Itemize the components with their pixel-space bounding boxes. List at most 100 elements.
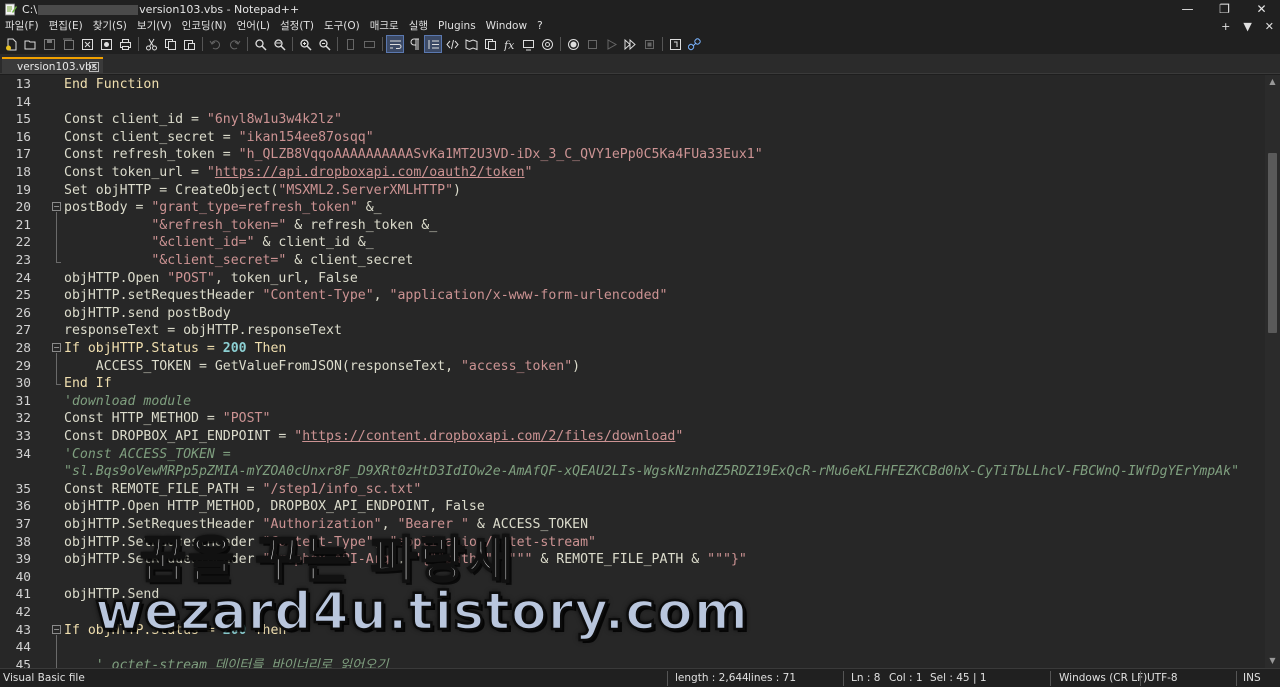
line-number: 20: [15, 200, 31, 216]
user-defined-language-icon[interactable]: [444, 36, 460, 52]
zoom-out-icon[interactable]: [316, 36, 332, 52]
status-line-number: Ln : 8: [851, 672, 881, 684]
dropbox-endpoint-link[interactable]: https://content.dropboxapi.com/2/files/d…: [302, 429, 675, 444]
notepadpp-app-icon[interactable]: [3, 2, 17, 16]
sync-vertical-icon[interactable]: [342, 36, 358, 52]
menu-encoding[interactable]: 인코딩(N): [177, 18, 232, 34]
code-line-34-wrapped: "sl.Bqs9oVewMRPp5pZMIA-mYZOA0cUnxr8F_D9X…: [64, 464, 1240, 480]
folder-as-workspace-icon[interactable]: [520, 36, 536, 52]
open-file-icon[interactable]: [22, 36, 38, 52]
function-list-icon[interactable]: fx: [501, 36, 517, 52]
code-line-34: 'Const ACCESS_TOKEN =: [64, 446, 231, 462]
status-eol[interactable]: Windows (CR LF): [1059, 669, 1147, 687]
tab-close-icon[interactable]: ✕: [89, 62, 99, 72]
status-bar: Visual Basic file length : 2,644 lines :…: [0, 668, 1280, 687]
tab-list-dropdown-icon[interactable]: ▼: [1243, 20, 1251, 33]
code-line-30: End If: [64, 376, 112, 392]
minimize-button[interactable]: —: [1169, 0, 1206, 18]
menu-window[interactable]: Window: [481, 18, 532, 34]
code-line-38: objHTTP.SetRequestHeader "Content-Type",…: [64, 534, 596, 550]
menu-language[interactable]: 언어(L): [232, 18, 275, 34]
menu-run[interactable]: 실행: [404, 18, 433, 34]
save-macro-icon[interactable]: [641, 36, 657, 52]
scrollbar-thumb[interactable]: [1268, 153, 1277, 333]
print-icon[interactable]: [117, 36, 133, 52]
menu-edit[interactable]: 편집(E): [44, 18, 88, 34]
find-icon[interactable]: [252, 36, 268, 52]
code-line-21: "&refresh_token=" & refresh_token &_: [151, 217, 438, 233]
fold-toggle-icon[interactable]: −: [52, 625, 61, 634]
editor-area[interactable]: 13 14 15 16 17 18 19 20 21 22 23 24 25 26 27 28 29 30 31 32…: [0, 75, 1265, 668]
tab-version103-vbs[interactable]: version103.vbs ✕: [2, 57, 103, 74]
token-url-link[interactable]: https://api.dropboxapi.com/oauth2/token: [215, 165, 525, 180]
scroll-down-arrow-icon[interactable]: ▼: [1265, 654, 1280, 668]
word-wrap-icon[interactable]: [386, 35, 404, 53]
menu-settings[interactable]: 설정(T): [275, 18, 319, 34]
play-macro-icon[interactable]: [603, 36, 619, 52]
stop-macro-icon[interactable]: [584, 36, 600, 52]
line-number: 26: [15, 305, 31, 321]
menu-file[interactable]: 파일(F): [0, 18, 44, 34]
scroll-up-arrow-icon[interactable]: ▲: [1265, 75, 1280, 89]
status-separator: [667, 671, 668, 686]
save-all-icon[interactable]: [60, 36, 76, 52]
restore-button[interactable]: ❐: [1206, 0, 1243, 18]
redo-icon[interactable]: [226, 36, 242, 52]
menu-tools[interactable]: 도구(O): [319, 18, 365, 34]
menu-right-controls: + ▼ ✕: [1221, 18, 1274, 34]
line-number: 44: [15, 640, 31, 656]
line-number-gutter: 13 14 15 16 17 18 19 20 21 22 23 24 25 26 27 28 29 30 31 32…: [0, 75, 50, 668]
zoom-in-icon[interactable]: [297, 36, 313, 52]
code-line-45: ' octet-stream 데이터를 바이너리로 읽어오기: [64, 657, 389, 668]
show-all-characters-icon[interactable]: [406, 36, 422, 52]
sync-horizontal-icon[interactable]: [361, 36, 377, 52]
tab-bar: version103.vbs ✕: [0, 54, 1280, 74]
close-file-icon[interactable]: [79, 36, 95, 52]
plugin-link-icon[interactable]: [686, 36, 702, 52]
new-tab-plus-icon[interactable]: +: [1221, 20, 1230, 33]
code-line-19: Set objHTTP = CreateObject("MSXML2.Serve…: [64, 182, 461, 198]
close-button[interactable]: ✕: [1243, 0, 1280, 18]
close-all-icon[interactable]: [98, 36, 114, 52]
line-number: [0, 463, 31, 481]
fold-toggle-icon[interactable]: −: [52, 202, 61, 211]
document-list-icon[interactable]: [482, 36, 498, 52]
fold-toggle-icon[interactable]: −: [52, 343, 61, 352]
status-separator: [843, 671, 844, 686]
line-number: 32: [15, 411, 31, 427]
line-number: 41: [15, 587, 31, 603]
line-number: 38: [15, 534, 31, 550]
replace-icon[interactable]: [271, 36, 287, 52]
document-map-icon[interactable]: [463, 36, 479, 52]
cut-icon[interactable]: [143, 36, 159, 52]
code-view[interactable]: End Function Const client_id = "6nyl8w1u…: [64, 75, 1264, 668]
menu-help[interactable]: ?: [532, 18, 548, 34]
paste-icon[interactable]: [181, 36, 197, 52]
menu-view[interactable]: 보기(V): [132, 18, 177, 34]
menu-search[interactable]: 찾기(S): [88, 18, 132, 34]
menu-macro[interactable]: 매크로: [365, 18, 404, 34]
status-encoding[interactable]: UTF-8: [1147, 669, 1178, 687]
new-file-icon[interactable]: [3, 36, 19, 52]
svg-text:fx: fx: [503, 39, 515, 51]
indent-guide-icon[interactable]: [424, 35, 442, 53]
line-number: 16: [15, 129, 31, 145]
code-line-15: Const client_id = "6nyl8w1u3w4k2lz": [64, 112, 342, 128]
save-icon[interactable]: [41, 36, 57, 52]
code-line-35: Const REMOTE_FILE_PATH = "/step1/info_sc…: [64, 481, 422, 497]
menu-plugins[interactable]: Plugins: [433, 18, 481, 34]
line-number: 27: [15, 323, 31, 339]
line-number: 39: [15, 552, 31, 568]
status-separator: [1140, 671, 1141, 686]
close-document-icon[interactable]: ✕: [1265, 20, 1274, 33]
copy-icon[interactable]: [162, 36, 178, 52]
vertical-scrollbar[interactable]: ▲ ▼: [1265, 75, 1280, 668]
monitoring-icon[interactable]: [539, 36, 555, 52]
run-icon[interactable]: [667, 36, 683, 52]
run-macro-multiple-icon[interactable]: [622, 36, 638, 52]
status-insert-mode[interactable]: INS: [1243, 669, 1261, 687]
code-line-16: Const client_secret = "ikan154ee87osqq": [64, 129, 374, 145]
record-macro-icon[interactable]: [565, 36, 581, 52]
undo-icon[interactable]: [207, 36, 223, 52]
code-line-26: objHTTP.send postBody: [64, 305, 231, 321]
